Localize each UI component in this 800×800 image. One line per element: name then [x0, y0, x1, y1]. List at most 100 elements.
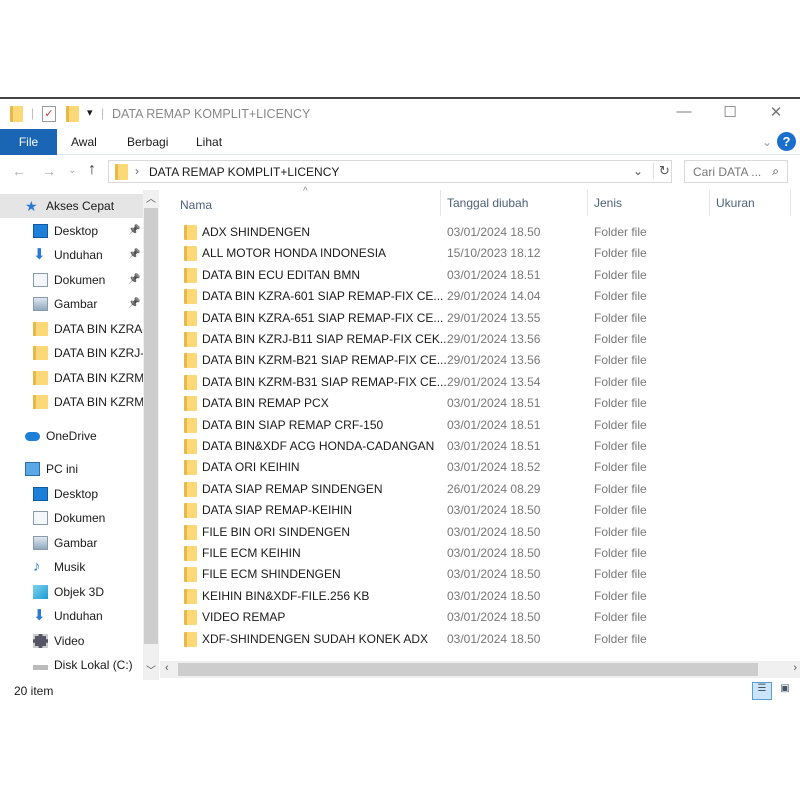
tab-lihat[interactable]: Lihat — [196, 129, 222, 155]
file-name: DATA BIN KZRJ-B11 SIAP REMAP-FIX CEK... — [202, 332, 450, 346]
sidebar-item[interactable]: Desktop 📌 — [0, 219, 143, 243]
file-row[interactable]: KEIHIN BIN&XDF-FILE.256 KB 03/01/2024 18.… — [160, 586, 780, 607]
sidebar-item[interactable]: OneDrive — [0, 424, 143, 448]
file-row[interactable]: DATA BIN&XDF ACG HONDA-CADANGAN 03/01/202… — [160, 436, 780, 457]
file-row[interactable]: DATA BIN REMAP PCX 03/01/2024 18.51 Folder… — [160, 393, 780, 414]
file-date: 03/01/2024 18.50 — [447, 588, 541, 603]
file-row[interactable]: ADX SHINDENGEN 03/01/2024 18.50 Folder fil… — [160, 222, 780, 243]
up-button[interactable]: ↑ — [88, 161, 96, 179]
file-row[interactable]: XDF-SHINDENGEN SUDAH KONEK ADX 03/01/2024… — [160, 629, 780, 650]
sidebar-item[interactable]: Video — [0, 629, 143, 653]
scroll-right-arrow[interactable]: › — [793, 662, 797, 674]
file-row[interactable]: DATA BIN KZRA-651 SIAP REMAP-FIX CE... 29… — [160, 308, 780, 329]
music-icon: ♪ — [33, 558, 41, 575]
sidebar-item[interactable]: DATA BIN KZRA- — [0, 317, 143, 341]
scroll-left-arrow[interactable]: ‹ — [165, 662, 169, 674]
scrollbar-thumb[interactable] — [144, 208, 158, 644]
column-date-modified[interactable]: Tanggal diubah — [447, 196, 528, 210]
sidebar-item[interactable]: Gambar 📌 — [0, 292, 143, 316]
tab-file[interactable]: File — [0, 129, 57, 155]
horizontal-scrollbar[interactable]: ‹ › — [160, 661, 800, 678]
file-row[interactable]: FILE BIN ORI SINDENGEN 03/01/2024 18.50 Fo… — [160, 522, 780, 543]
scroll-down-arrow[interactable]: ﹀ — [146, 662, 156, 677]
pin-icon: 📌 — [128, 273, 141, 285]
sidebar-item[interactable]: PC ini — [0, 457, 143, 481]
file-row[interactable]: DATA BIN SIAP REMAP CRF-150 03/01/2024 18… — [160, 415, 780, 436]
folder-icon — [184, 396, 197, 412]
file-name: DATA ORI KEIHIN — [202, 460, 300, 475]
file-row[interactable]: DATA BIN KZRA-601 SIAP REMAP-FIX CE... 29… — [160, 286, 780, 307]
file-type: Folder file — [594, 503, 647, 518]
file-row[interactable]: FILE ECM KEIHIN 03/01/2024 18.50 Folder fi… — [160, 543, 780, 564]
navigation-pane-scrollbar[interactable]: ︿ ﹀ — [143, 190, 159, 680]
sidebar-item[interactable]: ⬇ Unduhan — [0, 604, 143, 628]
file-row[interactable]: DATA BIN KZRM-B21 SIAP REMAP-FIX CE... 29… — [160, 350, 780, 371]
minimize-button[interactable]: — — [670, 103, 698, 125]
scroll-up-arrow[interactable]: ︿ — [146, 190, 156, 205]
large-icons-view-button[interactable]: ▣ — [775, 682, 795, 700]
customize-toolbar-icon[interactable]: ▾ — [87, 106, 93, 119]
desktop-icon — [33, 223, 48, 238]
file-row[interactable]: DATA BIN ECU EDITAN BMN 03/01/2024 18.51 F… — [160, 265, 780, 286]
file-row[interactable]: DATA ORI KEIHIN 03/01/2024 18.52 Folder fi… — [160, 457, 780, 478]
refresh-button[interactable]: ↻ — [653, 163, 670, 179]
file-date: 03/01/2024 18.50 — [447, 225, 541, 239]
column-headers: ^ Nama Tanggal diubah Jenis Ukuran — [160, 186, 800, 216]
sidebar-item[interactable]: Objek 3D — [0, 580, 143, 604]
breadcrumb-current[interactable]: DATA REMAP KOMPLIT+LICENCY — [149, 165, 339, 179]
recent-locations-button[interactable]: ⌄ — [68, 165, 76, 176]
properties-icon[interactable]: ✓ — [42, 106, 56, 122]
search-icon: ⌕ — [772, 164, 779, 178]
column-type[interactable]: Jenis — [594, 196, 622, 210]
search-input[interactable]: Cari DATA ... ⌕ — [684, 160, 788, 183]
column-size[interactable]: Ukuran — [716, 196, 755, 210]
new-folder-icon[interactable] — [66, 106, 79, 122]
file-type: Folder file — [594, 267, 647, 282]
file-row[interactable]: DATA SIAP REMAP SINDENGEN 26/01/2024 08.2… — [160, 479, 780, 500]
sidebar-item[interactable]: Desktop — [0, 482, 143, 506]
column-name[interactable]: Nama — [180, 198, 212, 212]
file-row[interactable]: ALL MOTOR HONDA INDONESIA 15/10/2023 18.1… — [160, 243, 780, 264]
file-date: 03/01/2024 18.50 — [447, 524, 541, 539]
details-view-button[interactable]: ☰ — [752, 682, 772, 700]
sidebar-item[interactable]: Dokumen — [0, 506, 143, 530]
file-row[interactable]: FILE ECM SHINDENGEN 03/01/2024 18.50 Folde… — [160, 564, 780, 585]
sidebar-item[interactable]: ⬇ Unduhan 📌 — [0, 243, 143, 267]
file-row[interactable]: DATA BIN KZRM-B31 SIAP REMAP-FIX CE... 29… — [160, 372, 780, 393]
sidebar-item[interactable]: DATA BIN KZRM — [0, 366, 143, 390]
maximize-button[interactable]: ☐ — [716, 103, 744, 125]
file-type: Folder file — [594, 417, 647, 432]
folder-icon — [184, 310, 197, 326]
file-row[interactable]: DATA BIN KZRJ-B11 SIAP REMAP-FIX CEK... 2… — [160, 329, 780, 350]
sidebar-item[interactable]: ♪ Musik — [0, 555, 143, 579]
file-name: DATA BIN SIAP REMAP CRF-150 — [202, 417, 384, 432]
help-button[interactable]: ? — [777, 132, 796, 151]
file-name: DATA SIAP REMAP-KEIHIN — [202, 503, 353, 518]
address-bar[interactable]: › DATA REMAP KOMPLIT+LICENCY ⌄ ↻ — [108, 160, 672, 183]
video-icon — [33, 633, 48, 648]
file-name: DATA BIN KZRM-B21 SIAP REMAP-FIX CE... — [202, 353, 447, 368]
sidebar-item-label: Musik — [54, 560, 86, 574]
sidebar-item[interactable]: Dokumen 📌 — [0, 268, 143, 292]
sidebar-item[interactable]: ★ Akses Cepat — [0, 194, 143, 218]
sidebar-item[interactable]: Disk Lokal (C:) — [0, 653, 143, 677]
expand-ribbon-button[interactable]: ⌄ — [762, 129, 772, 155]
file-type: Folder file — [594, 481, 647, 496]
back-button[interactable]: ← — [12, 163, 26, 179]
address-dropdown-button[interactable]: ⌄ — [633, 164, 643, 178]
folder-icon — [33, 321, 48, 336]
file-row[interactable]: VIDEO REMAP 03/01/2024 18.50 Folder file — [160, 607, 780, 628]
file-type: Folder file — [594, 353, 647, 368]
sidebar-item[interactable]: Gambar — [0, 531, 143, 555]
sidebar-item[interactable]: DATA BIN KZRM — [0, 390, 143, 414]
forward-button[interactable]: → — [42, 163, 56, 179]
sidebar-item-label: DATA BIN KZRJ-B — [54, 346, 143, 360]
file-row[interactable]: DATA SIAP REMAP-KEIHIN 03/01/2024 18.50 Fo… — [160, 500, 780, 521]
pin-icon: 📌 — [128, 224, 141, 236]
folder-icon — [184, 610, 197, 626]
sidebar-item[interactable]: DATA BIN KZRJ-B — [0, 341, 143, 365]
scrollbar-thumb[interactable] — [178, 663, 758, 676]
tab-awal[interactable]: Awal — [71, 129, 97, 155]
close-button[interactable]: ✕ — [762, 103, 790, 125]
tab-berbagi[interactable]: Berbagi — [127, 129, 168, 155]
